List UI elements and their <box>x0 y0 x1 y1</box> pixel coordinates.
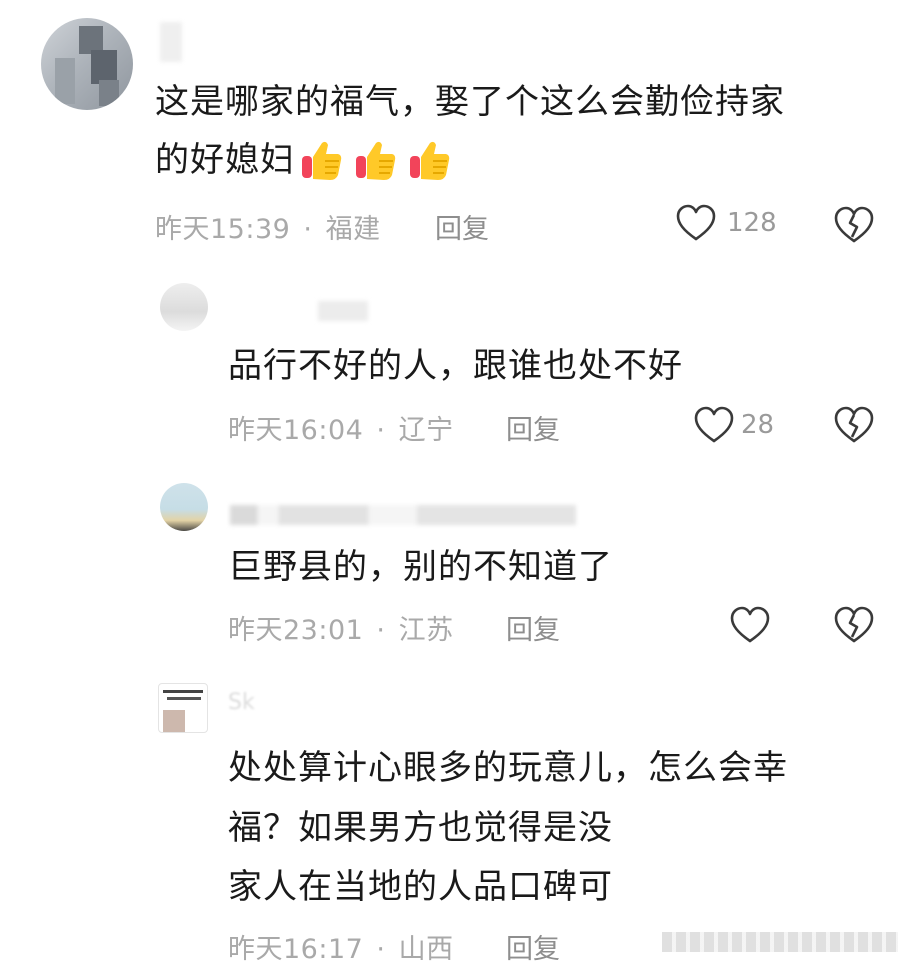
comment-text-line: 这是哪家的福气，娶了个这么会勤俭持家 <box>155 82 785 122</box>
comment-location: 福建 <box>325 214 381 245</box>
broken-heart-icon[interactable] <box>833 405 875 445</box>
broken-heart-icon[interactable] <box>833 205 875 245</box>
avatar[interactable] <box>158 683 208 733</box>
comment-location: 辽宁 <box>398 415 454 446</box>
username-blurred[interactable] <box>318 301 368 321</box>
comment-time: 昨天15:39 <box>155 214 291 245</box>
like-button[interactable]: 28 <box>693 405 774 445</box>
heart-outline-icon <box>676 204 716 241</box>
comment-text-line: 处处算计心眼多的玩意儿，怎么会幸 <box>228 748 788 788</box>
comment-meta: 昨天23:01 · 江苏 <box>228 608 454 647</box>
reply-button[interactable]: 回复 <box>506 927 560 966</box>
reply-button[interactable]: 回复 <box>435 207 489 246</box>
thumbs-up-icon <box>356 141 396 180</box>
comment-location: 山西 <box>398 934 454 965</box>
meta-separator: · <box>376 934 386 965</box>
username-blurred[interactable] <box>160 22 182 62</box>
like-button[interactable]: 128 <box>675 203 777 243</box>
broken-heart-icon[interactable] <box>833 605 875 645</box>
comment-meta: 昨天15:39 · 福建 <box>155 207 381 246</box>
comment-text-line: 家人在当地的人品口碑可 <box>228 867 613 907</box>
meta-separator: · <box>376 415 386 446</box>
comment-meta: 昨天16:17 · 山西 <box>228 927 454 966</box>
comment-time: 昨天23:01 <box>228 615 364 646</box>
avatar[interactable] <box>41 18 133 110</box>
avatar[interactable] <box>160 283 208 331</box>
comment-location: 江苏 <box>398 615 454 646</box>
comment-meta: 昨天16:04 · 辽宁 <box>228 408 454 447</box>
comment-text-line: 巨野县的，别的不知道了 <box>228 547 613 587</box>
like-count: 128 <box>727 208 777 238</box>
comment-text-row: 的好媳妇 <box>155 130 453 190</box>
username-partial[interactable]: Sk <box>228 690 255 715</box>
comment-text-line: 福？如果男方也觉得是没 <box>228 808 613 848</box>
meta-separator: · <box>376 615 386 646</box>
thumbs-up-icon <box>302 141 342 180</box>
username-blurred[interactable] <box>230 505 576 525</box>
blurred-overlay <box>662 932 898 952</box>
avatar[interactable] <box>160 483 208 531</box>
like-count: 28 <box>741 410 775 440</box>
comment-text-line: 的好媳妇 <box>155 140 295 180</box>
comment-time: 昨天16:04 <box>228 415 364 446</box>
reply-button[interactable]: 回复 <box>506 408 560 447</box>
heart-outline-icon[interactable] <box>729 605 771 645</box>
comment-text-line: 品行不好的人，跟谁也处不好 <box>228 346 683 386</box>
reply-button[interactable]: 回复 <box>506 608 560 647</box>
heart-outline-icon <box>694 406 734 443</box>
meta-separator: · <box>303 214 313 245</box>
comment-time: 昨天16:17 <box>228 934 364 965</box>
thumbs-up-icon <box>410 141 450 180</box>
